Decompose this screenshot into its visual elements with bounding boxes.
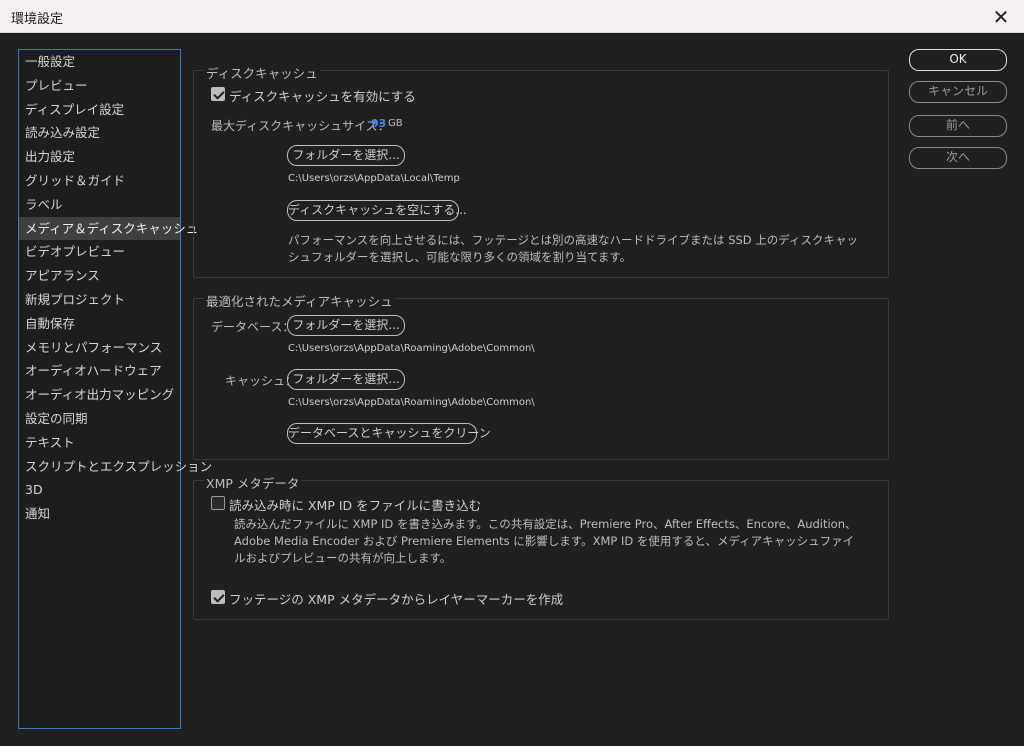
empty-disk-cache-button[interactable]: ディスクキャッシュを空にする... [287,200,467,221]
disk-cache-choose-folder-button[interactable]: フォルダーを選択... [287,145,405,166]
write-xmp-id-label: 読み込み時に XMP ID をファイルに書き込む [229,498,482,513]
sidebar-item[interactable]: ディスプレイ設定 [19,98,180,122]
disk-cache-title: ディスクキャッシュ [204,63,320,82]
media-cache-title: 最適化されたメディアキャッシュ [204,291,395,310]
preferences-category-list: 一般設定 プレビュー ディスプレイ設定 読み込み設定 出力設定 グリッド＆ガイド ラベル メデ… [18,49,212,729]
sidebar-item[interactable]: ビデオプレビュー [19,240,180,264]
clean-database-cache-button[interactable]: データベースとキャッシュをクリーン [287,423,491,444]
create-layer-markers-checkbox[interactable] [211,590,225,604]
sidebar-item[interactable]: プレビュー [19,74,180,98]
enable-disk-cache-label: ディスクキャッシュを有効にする [229,89,416,104]
sidebar-item[interactable]: 読み込み設定 [19,121,180,145]
sidebar-item[interactable]: スクリプトとエクスプレッション [19,455,212,479]
sidebar-item[interactable]: グリッド＆ガイド [19,169,180,193]
sidebar-item[interactable]: 通知 [19,502,180,526]
sidebar-item[interactable]: 出力設定 [19,145,180,169]
sidebar-item[interactable]: メディア＆ディスクキャッシュ [19,216,198,241]
max-disk-cache-unit: GB [388,118,403,129]
sidebar-item[interactable]: オーディオハードウェア [19,359,180,383]
sidebar-item[interactable]: 一般設定 [19,50,180,74]
write-xmp-id-checkbox[interactable] [211,496,225,510]
sidebar-item[interactable]: テキスト [19,431,180,455]
database-label: データベース： [211,320,295,334]
sidebar-item[interactable]: ラベル [19,193,180,217]
database-path: C:\Users\orzs\AppData\Roaming\Adobe\Comm… [288,343,535,354]
sidebar-item[interactable]: 自動保存 [19,312,180,336]
sidebar-item[interactable]: 設定の同期 [19,407,180,431]
xmp-metadata-title: XMP メタデータ [204,473,302,492]
sidebar-item[interactable]: アピアランス [19,264,180,288]
database-choose-folder-button[interactable]: フォルダーを選択... [287,315,405,336]
cache-path: C:\Users\orzs\AppData\Roaming\Adobe\Comm… [288,397,535,408]
ok-button[interactable]: OK [909,49,1007,71]
disk-cache-description: パフォーマンスを向上させるには、フッテージとは別の高速なハードドライブまたは S… [288,233,858,264]
title-bar: 環境設定 ✕ [0,0,1024,33]
sidebar-item[interactable]: オーディオ出力マッピング [19,383,180,407]
cache-choose-folder-button[interactable]: フォルダーを選択... [287,369,405,390]
sidebar-item[interactable]: 新規プロジェクト [19,288,180,312]
sidebar-item[interactable]: メモリとパフォーマンス [19,336,180,360]
next-button[interactable]: 次へ [909,147,1007,169]
sidebar-item[interactable]: 3D [19,478,180,502]
disk-cache-folder-path: C:\Users\orzs\AppData\Local\Temp [288,173,460,184]
max-disk-cache-value[interactable]: 93 [371,117,386,130]
window-title: 環境設定 [11,12,64,27]
max-disk-cache-label: 最大ディスクキャッシュサイズ： [211,119,390,133]
write-xmp-id-description: 読み込んだファイルに XMP ID を書き込みます。この共有設定は、Premie… [234,517,857,565]
enable-disk-cache-checkbox[interactable] [211,87,225,101]
create-layer-markers-label: フッテージの XMP メタデータからレイヤーマーカーを作成 [229,592,564,607]
close-icon[interactable]: ✕ [978,0,1024,33]
previous-button[interactable]: 前へ [909,115,1007,137]
cancel-button[interactable]: キャンセル [909,81,1007,103]
